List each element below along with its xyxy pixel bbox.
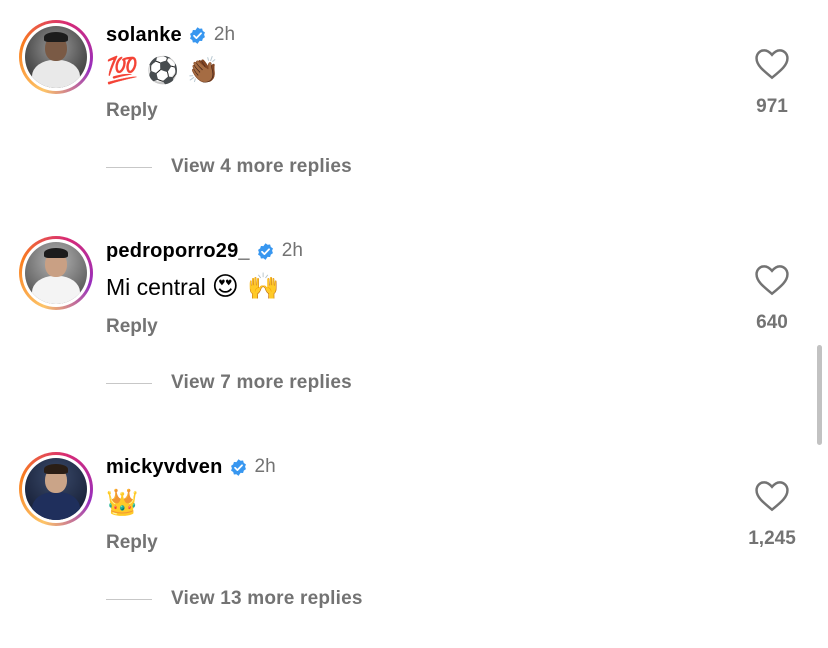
divider-line: [106, 598, 152, 600]
view-replies-label: View 13 more replies: [171, 588, 363, 609]
comment-item: solanke 2h 💯 ⚽ 👏🏾 Reply 971 View 4 more …: [0, 0, 828, 216]
view-replies-label: View 4 more replies: [171, 156, 352, 177]
comment-time: 2h: [281, 240, 303, 261]
verified-badge-icon: [189, 26, 205, 44]
avatar: [25, 242, 87, 304]
divider-line: [106, 166, 152, 168]
view-replies-button[interactable]: View 13 more replies: [106, 586, 363, 612]
comment-username[interactable]: solanke: [106, 24, 182, 47]
comment-time: 2h: [254, 456, 276, 477]
reply-button[interactable]: Reply: [106, 532, 158, 554]
comment-text: Mi central 😍 🙌: [106, 270, 279, 304]
avatar-story-ring[interactable]: [19, 20, 93, 94]
like-count: 1,245: [748, 528, 796, 549]
avatar: [25, 26, 87, 88]
view-replies-label: View 7 more replies: [171, 372, 352, 393]
avatar: [25, 458, 87, 520]
heart-outline-icon[interactable]: [753, 262, 791, 296]
comment-username[interactable]: pedroporro29_: [106, 240, 250, 263]
comment-username[interactable]: mickyvdven: [106, 456, 223, 479]
avatar-story-ring[interactable]: [19, 452, 93, 526]
like-count: 971: [756, 96, 788, 117]
heart-outline-icon[interactable]: [753, 478, 791, 512]
reply-button[interactable]: Reply: [106, 316, 158, 338]
comment-emoji: 😍 🙌: [211, 272, 280, 302]
verified-badge-icon: [230, 458, 246, 476]
divider-line: [106, 382, 152, 384]
comment-item: pedroporro29_ 2h Mi central 😍 🙌 Reply 64…: [0, 216, 828, 432]
view-replies-button[interactable]: View 4 more replies: [106, 154, 352, 180]
reply-button[interactable]: Reply: [106, 100, 158, 122]
comment-text: 💯 ⚽ 👏🏾: [106, 54, 220, 88]
comment-emoji: 💯 ⚽ 👏🏾: [106, 56, 220, 86]
view-replies-button[interactable]: View 7 more replies: [106, 370, 352, 396]
scrollbar[interactable]: [817, 345, 822, 445]
heart-outline-icon[interactable]: [753, 46, 791, 80]
comment-time: 2h: [213, 24, 236, 45]
comment-text: 👑: [106, 486, 138, 520]
avatar-story-ring[interactable]: [19, 236, 93, 310]
comment-emoji: 👑: [106, 488, 139, 518]
comment-item: mickyvdven 2h 👑 Reply 1,245 View 13 more…: [0, 432, 828, 648]
like-count: 640: [756, 312, 788, 333]
verified-badge-icon: [257, 242, 273, 260]
comment-text-body: Mi central: [106, 273, 206, 300]
